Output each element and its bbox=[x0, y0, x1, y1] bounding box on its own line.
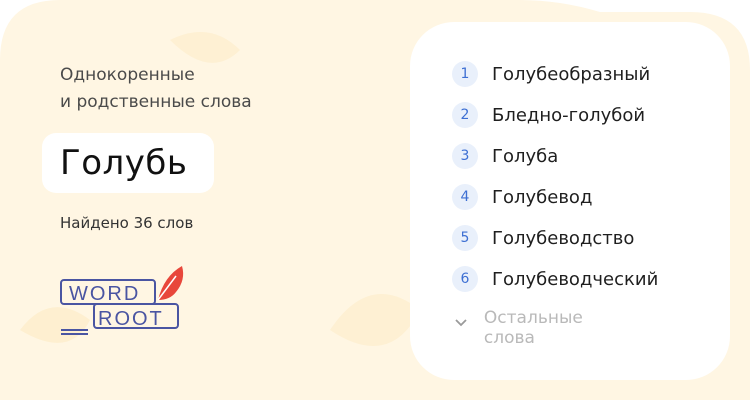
list-item[interactable]: 4 Голубевод bbox=[452, 183, 732, 211]
item-number: 2 bbox=[452, 102, 478, 128]
list-item[interactable]: 3 Голуба bbox=[452, 142, 732, 170]
wordroot-logo[interactable]: WORD ROOT bbox=[58, 264, 190, 336]
headword: Голубь bbox=[60, 143, 188, 183]
list-item[interactable]: 1 Голубеобразный bbox=[452, 60, 732, 88]
subtitle-line-2: и родственные слова bbox=[60, 92, 252, 112]
found-count: Найдено 36 слов bbox=[60, 214, 194, 232]
item-word[interactable]: Голуба bbox=[492, 146, 558, 167]
feather-icon bbox=[157, 266, 184, 301]
logo-word: WORD bbox=[69, 283, 140, 305]
item-word[interactable]: Бледно-голубой bbox=[492, 105, 645, 126]
word-card: Однокоренные и родственные слова Голубь … bbox=[0, 0, 750, 400]
section-subtitle: Однокоренные и родственные слова bbox=[60, 62, 320, 116]
item-number: 3 bbox=[452, 143, 478, 169]
show-more-label: Остальные слова bbox=[483, 308, 583, 348]
item-number: 5 bbox=[452, 225, 478, 251]
subtitle-line-1: Однокоренные bbox=[60, 65, 195, 85]
headword-box: Голубь bbox=[42, 133, 214, 193]
item-number: 4 bbox=[452, 184, 478, 210]
item-word[interactable]: Голубеобразный bbox=[492, 64, 650, 85]
item-number: 6 bbox=[452, 266, 478, 292]
item-word[interactable]: Голубеводческий bbox=[492, 269, 658, 290]
item-number: 1 bbox=[452, 61, 478, 87]
item-word[interactable]: Голубеводство bbox=[492, 228, 634, 249]
item-word[interactable]: Голубевод bbox=[492, 187, 592, 208]
logo-root: ROOT bbox=[98, 308, 164, 330]
list-item[interactable]: 5 Голубеводство bbox=[452, 224, 732, 252]
chevron-down-icon bbox=[452, 318, 470, 338]
list-item[interactable]: 6 Голубеводческий bbox=[452, 265, 732, 293]
list-item[interactable]: 2 Бледно-голубой bbox=[452, 101, 732, 129]
show-more-button[interactable]: Остальные слова bbox=[452, 308, 591, 348]
